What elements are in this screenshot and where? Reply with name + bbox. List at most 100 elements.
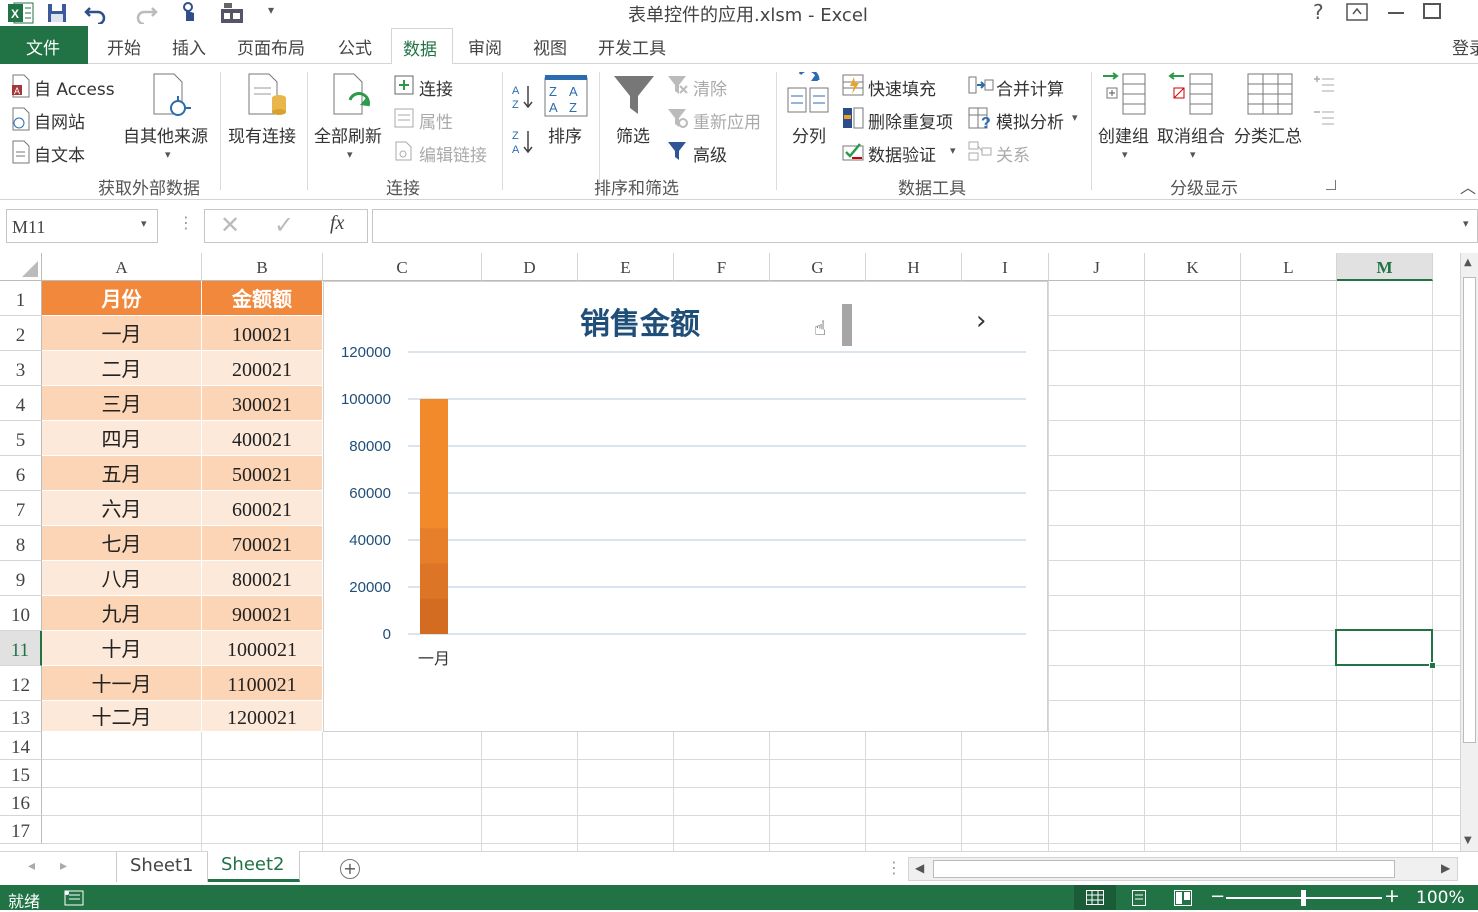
row-header-2[interactable]: 2 (0, 316, 42, 351)
table-cell[interactable]: 三月 (42, 386, 202, 421)
zoom-slider-thumb[interactable] (1301, 890, 1306, 906)
tab-data[interactable]: 数据 (391, 28, 453, 66)
minimize-icon[interactable] (1388, 12, 1404, 14)
column-header-d[interactable]: D (482, 253, 578, 281)
column-header-a[interactable]: A (42, 253, 202, 281)
connections-button[interactable]: 连接 (419, 75, 453, 100)
table-cell[interactable]: 1200021 (202, 701, 323, 732)
vertical-scroll-thumb[interactable] (1463, 277, 1476, 743)
row-header-3[interactable]: 3 (0, 351, 42, 386)
vertical-scrollbar[interactable]: ▲ ▼ (1460, 253, 1478, 851)
flash-fill-button[interactable]: 快速填充 (868, 75, 936, 100)
next-month-button[interactable]: › (976, 306, 986, 336)
table-cell[interactable]: 200021 (202, 351, 323, 386)
column-header-m[interactable]: M (1337, 253, 1433, 281)
scroll-right-icon[interactable]: ▶ (1441, 861, 1450, 875)
sort-button[interactable]: 排序 (548, 122, 582, 147)
row-header-10[interactable]: 10 (0, 596, 42, 631)
show-detail-icon[interactable] (1312, 74, 1336, 96)
row-header-15[interactable]: 15 (0, 760, 42, 788)
from-text-button[interactable]: 自文本 (34, 141, 85, 166)
enter-icon[interactable]: ✓ (274, 211, 294, 239)
remove-duplicates-button[interactable]: 删除重复项 (868, 108, 953, 133)
zoom-out-button[interactable]: − (1210, 886, 1225, 907)
column-header-f[interactable]: F (674, 253, 770, 281)
other-sources-dropdown-icon[interactable]: ▾ (165, 148, 171, 161)
name-box[interactable]: M11 ▾ (6, 209, 158, 243)
row-header-1[interactable]: 1 (0, 281, 42, 316)
maximize-icon[interactable] (1423, 3, 1441, 19)
row-header-7[interactable]: 7 (0, 491, 42, 526)
row-header-5[interactable]: 5 (0, 421, 42, 456)
cancel-icon[interactable]: ✕ (220, 211, 240, 239)
tab-developer[interactable]: 开发工具 (598, 34, 666, 59)
chart[interactable]: 销售金额 ☝ › 120000 100000 80000 60000 40000 2000… (323, 281, 1048, 732)
table-cell[interactable]: 十二月 (42, 701, 202, 732)
save-icon[interactable] (46, 2, 68, 24)
column-header-l[interactable]: L (1241, 253, 1337, 281)
table-cell[interactable]: 800021 (202, 561, 323, 596)
table-cell[interactable]: 四月 (42, 421, 202, 456)
advanced-button[interactable]: 高级 (693, 141, 727, 166)
table-cell[interactable]: 六月 (42, 491, 202, 526)
row-header-17[interactable]: 17 (0, 816, 42, 844)
relationships-button[interactable]: 关系 (996, 141, 1030, 166)
row-header-9[interactable]: 9 (0, 561, 42, 596)
existing-connections-button[interactable]: 现有连接 (228, 122, 296, 147)
data-validation-button[interactable]: 数据验证 (868, 141, 936, 166)
row-header-4[interactable]: 4 (0, 386, 42, 421)
insert-function-button[interactable]: fx (330, 212, 344, 235)
select-all-button[interactable] (0, 253, 42, 281)
table-cell[interactable]: 100021 (202, 316, 323, 351)
scrollbar-thumb[interactable] (842, 304, 852, 346)
expand-formula-bar-icon[interactable]: ▾ (1463, 217, 1469, 230)
scroll-down-icon[interactable]: ▼ (1464, 835, 1472, 846)
touch-mode-icon[interactable] (178, 1, 202, 25)
table-cell[interactable]: 九月 (42, 596, 202, 631)
row-header-13[interactable]: 13 (0, 701, 42, 732)
filter-button[interactable]: 筛选 (616, 122, 650, 147)
macro-record-icon[interactable] (64, 890, 84, 906)
reapply-button[interactable]: 重新应用 (693, 108, 761, 133)
tab-page-layout[interactable]: 页面布局 (237, 34, 305, 59)
worksheet-grid[interactable]: ABCDEFGHIJKLM 1 2 3 4 5 6 7 8 9 10 11 12 13 14 15 16 17 … (0, 253, 1478, 851)
from-access-button[interactable]: 自 Access (34, 75, 115, 100)
help-button[interactable]: ? (1313, 0, 1324, 24)
row-header-12[interactable]: 12 (0, 666, 42, 701)
table-cell[interactable]: 600021 (202, 491, 323, 526)
from-web-button[interactable]: 自网站 (34, 108, 85, 133)
group-button[interactable]: 创建组 (1098, 122, 1149, 147)
horizontal-scrollbar[interactable]: ◀ ▶ (908, 857, 1458, 881)
page-layout-view-icon[interactable] (1130, 890, 1148, 906)
table-cell[interactable]: 300021 (202, 386, 323, 421)
table-cell[interactable]: 400021 (202, 421, 323, 456)
from-other-sources-button[interactable]: 自其他来源 (123, 122, 208, 147)
tab-split-grip-icon[interactable]: ⋮ (886, 858, 902, 877)
column-header-i[interactable]: I (962, 253, 1049, 281)
scroll-left-icon[interactable]: ◀ (915, 861, 924, 875)
tab-review[interactable]: 审阅 (468, 34, 502, 59)
text-to-columns-button[interactable]: 分列 (792, 122, 826, 147)
column-header-c[interactable]: C (323, 253, 482, 281)
tab-formulas[interactable]: 公式 (338, 34, 372, 59)
page-break-view-icon[interactable] (1174, 890, 1192, 906)
formula-input[interactable] (372, 209, 1478, 243)
sort-ascending-icon[interactable]: AZ (510, 82, 536, 110)
refresh-all-button[interactable]: 全部刷新 (314, 122, 382, 147)
table-cell[interactable]: 五月 (42, 456, 202, 491)
zoom-level[interactable]: 100% (1416, 888, 1465, 908)
tab-view[interactable]: 视图 (533, 34, 567, 59)
undo-icon[interactable] (84, 2, 110, 24)
sheet-tab-sheet1[interactable]: Sheet1 (116, 852, 208, 882)
tab-insert[interactable]: 插入 (172, 34, 206, 59)
name-box-dropdown-icon[interactable]: ▾ (141, 217, 147, 230)
table-cell[interactable]: 十一月 (42, 666, 202, 701)
ungroup-dropdown-icon[interactable]: ▾ (1190, 148, 1196, 161)
zoom-in-button[interactable]: + (1384, 885, 1400, 907)
hide-detail-icon[interactable] (1312, 107, 1336, 129)
column-header-k[interactable]: K (1145, 253, 1241, 281)
fill-handle[interactable] (1429, 662, 1436, 669)
table-cell[interactable]: 1100021 (202, 666, 323, 701)
tab-home[interactable]: 开始 (107, 34, 141, 59)
next-sheet-icon[interactable]: ▸ (60, 858, 67, 874)
